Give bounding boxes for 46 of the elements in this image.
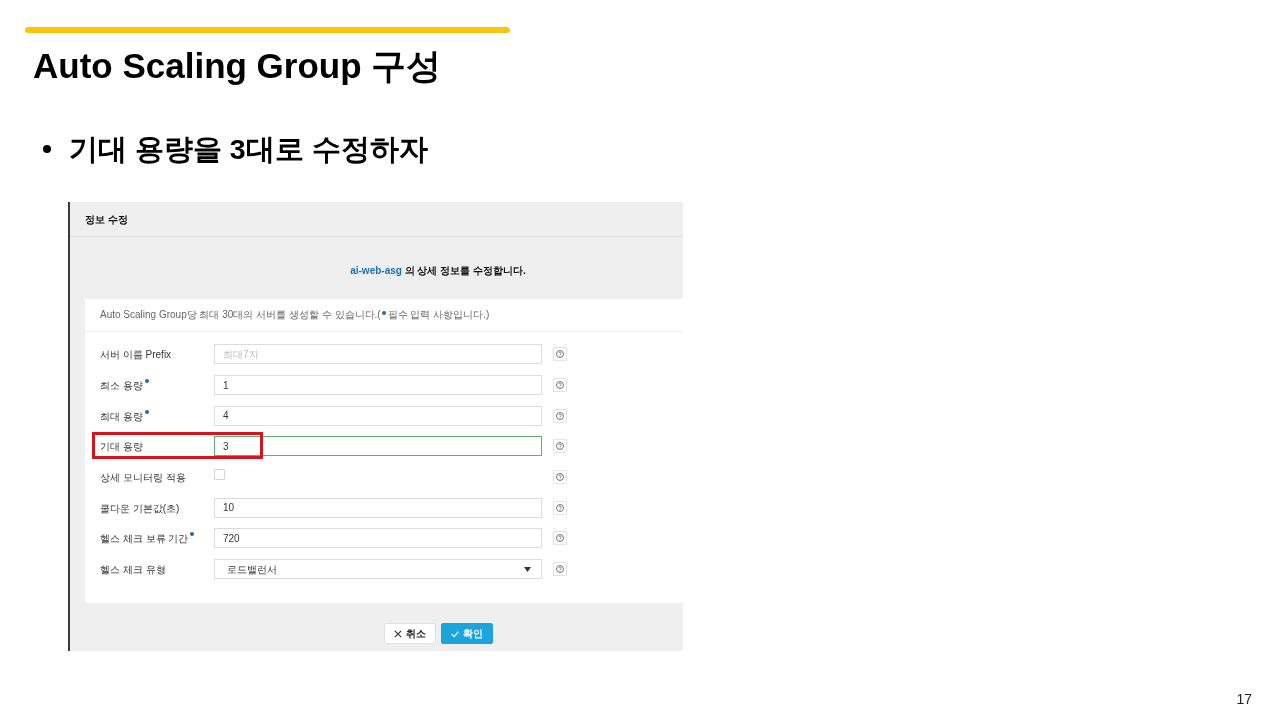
slide-title: Auto Scaling Group 구성 (33, 45, 442, 87)
help-button[interactable] (553, 439, 567, 454)
help-button[interactable] (553, 562, 567, 577)
help-icon (556, 411, 564, 420)
field-label: 쿨다운 기본값(초) (100, 502, 180, 514)
field-label: 서버 이름 Prefix (100, 349, 172, 361)
cancel-button[interactable]: 취소 (383, 623, 436, 644)
required-dot-icon (381, 311, 386, 315)
help-button[interactable] (553, 470, 567, 485)
help-icon (556, 565, 564, 574)
field-label: 기대 용량 (100, 441, 143, 453)
bullet-icon (43, 145, 51, 153)
field-label: 최소 용량 (100, 380, 143, 392)
field-label: 상세 모니터링 적용 (100, 472, 186, 484)
input-field[interactable]: 4 (214, 405, 542, 426)
help-icon (556, 473, 564, 482)
description-text: ai-web-asg 의 상세 정보를 수정합니다. (350, 264, 526, 278)
help-icon (556, 381, 564, 390)
dialog-title: 정보 수정 (85, 212, 128, 227)
select-field[interactable]: 로드밸런서 (214, 559, 542, 580)
help-button[interactable] (553, 408, 567, 423)
help-icon (556, 350, 564, 359)
help-button[interactable] (553, 378, 567, 393)
checkbox[interactable] (214, 469, 225, 481)
input-field[interactable]: 3 (214, 436, 542, 457)
help-icon (556, 442, 564, 451)
page-number: 17 (1236, 691, 1252, 708)
caret-icon (524, 566, 531, 572)
help-icon (556, 534, 564, 543)
help-icon (556, 503, 564, 512)
resource-name-link[interactable]: ai-web-asg (350, 265, 402, 276)
notice-text: 필수 입력 사항입니다.) (387, 308, 490, 322)
input-field[interactable]: 최대7자 (214, 344, 542, 365)
input-field[interactable]: 1 (214, 375, 542, 396)
notice-text: Auto Scaling Group당 최대 30대의 서버를 생성할 수 있습니다.( (100, 308, 381, 322)
close-icon (393, 629, 402, 638)
input-field[interactable]: 10 (214, 497, 542, 518)
field-label: 헬스 체크 유형 (100, 564, 166, 576)
check-icon (450, 629, 459, 638)
help-button[interactable] (553, 347, 567, 362)
field-label: 헬스 체크 보류 기간 (100, 533, 189, 545)
help-button[interactable] (553, 500, 567, 515)
bullet-text: 기대 용량을 3대로 수정하자 (69, 132, 428, 166)
field-label: 최대 용량 (100, 410, 143, 422)
help-button[interactable] (553, 531, 567, 546)
input-field[interactable]: 720 (214, 528, 542, 549)
